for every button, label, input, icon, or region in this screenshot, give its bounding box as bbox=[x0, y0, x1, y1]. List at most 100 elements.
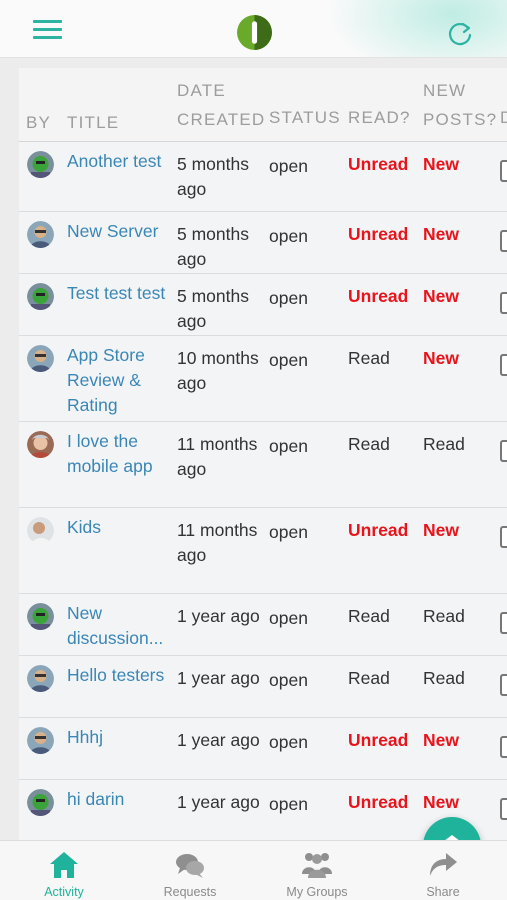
table-row[interactable]: I love the mobile app 11 months ago open Re… bbox=[19, 422, 507, 508]
chat-bubbles-icon bbox=[176, 854, 204, 878]
row-read-status: Unread bbox=[348, 224, 409, 244]
avatar bbox=[27, 151, 54, 178]
row-new-posts: New bbox=[423, 520, 459, 540]
row-new-posts: Read bbox=[423, 606, 465, 626]
header-glow bbox=[327, 0, 507, 57]
col-header-read[interactable]: READ? bbox=[348, 103, 411, 132]
col-header-by[interactable]: BY bbox=[26, 108, 51, 137]
row-date-created: 1 year ago bbox=[177, 606, 260, 626]
avatar bbox=[27, 283, 54, 310]
col-header-title[interactable]: TITLE bbox=[67, 108, 119, 137]
discussions-table: BY TITLE DATE CREATED STATUS READ? NEW P… bbox=[19, 68, 507, 840]
row-checkbox[interactable] bbox=[500, 798, 507, 820]
row-read-status: Read bbox=[348, 606, 390, 626]
row-checkbox[interactable] bbox=[500, 612, 507, 634]
app-logo-icon bbox=[237, 15, 272, 50]
row-date-created: 5 months ago bbox=[177, 154, 249, 199]
row-read-status: Read bbox=[348, 668, 390, 688]
hamburger-menu-icon[interactable] bbox=[33, 20, 62, 40]
row-read-status: Unread bbox=[348, 286, 409, 306]
row-date-created: 5 months ago bbox=[177, 224, 249, 269]
row-checkbox[interactable] bbox=[500, 674, 507, 696]
row-date-created: 11 months ago bbox=[177, 520, 258, 565]
row-date-created: 5 months ago bbox=[177, 286, 249, 331]
row-read-status: Unread bbox=[348, 520, 409, 540]
row-new-posts: Read bbox=[423, 668, 465, 688]
row-checkbox[interactable] bbox=[500, 440, 507, 462]
row-checkbox[interactable] bbox=[500, 736, 507, 758]
refresh-icon[interactable] bbox=[446, 20, 474, 48]
table-row[interactable]: Test test test 5 months ago open Unread New bbox=[19, 274, 507, 336]
nav-requests[interactable]: Requests bbox=[127, 841, 253, 900]
row-title-link[interactable]: New discussion... bbox=[67, 601, 169, 651]
row-new-posts: Read bbox=[423, 434, 465, 454]
row-checkbox[interactable] bbox=[500, 292, 507, 314]
col-header-new-posts[interactable]: NEW POSTS? bbox=[423, 76, 503, 134]
table-row[interactable]: New Server 5 months ago open Unread New bbox=[19, 212, 507, 274]
group-icon bbox=[302, 853, 332, 878]
row-date-created: 1 year ago bbox=[177, 730, 260, 750]
row-title-link[interactable]: Test test test bbox=[67, 281, 169, 306]
table-row[interactable]: Another test 5 months ago open Unread New bbox=[19, 142, 507, 212]
share-arrow-icon bbox=[430, 853, 457, 876]
table-row[interactable]: Hello testers 1 year ago open Read Read bbox=[19, 656, 507, 718]
row-date-created: 11 months ago bbox=[177, 434, 258, 479]
row-new-posts: New bbox=[423, 286, 459, 306]
nav-activity[interactable]: Activity bbox=[1, 841, 127, 900]
table-row[interactable]: App Store Review & Rating 10 months ago op… bbox=[19, 336, 507, 422]
discussion-list-area[interactable]: BY TITLE DATE CREATED STATUS READ? NEW P… bbox=[0, 58, 507, 840]
table-row[interactable]: Hhhj 1 year ago open Unread New bbox=[19, 718, 507, 780]
row-status: open bbox=[269, 350, 308, 370]
nav-label-my-groups: My Groups bbox=[286, 885, 348, 899]
row-read-status: Unread bbox=[348, 730, 409, 750]
row-title-link[interactable]: hi darin bbox=[67, 787, 169, 812]
row-status: open bbox=[269, 732, 308, 752]
nav-my-groups[interactable]: My Groups bbox=[254, 841, 380, 900]
row-status: open bbox=[269, 288, 308, 308]
row-new-posts: New bbox=[423, 730, 459, 750]
row-status: open bbox=[269, 156, 308, 176]
row-checkbox[interactable] bbox=[500, 526, 507, 548]
table-row[interactable]: Kids 11 months ago open Unread New bbox=[19, 508, 507, 594]
bottom-navigation: Activity Requests My Groups Share bbox=[0, 840, 507, 900]
compose-fab-button[interactable] bbox=[423, 817, 481, 840]
col-header-extra: D bbox=[500, 103, 507, 132]
row-title-link[interactable]: Another test bbox=[67, 149, 169, 174]
row-read-status: Unread bbox=[348, 792, 409, 812]
row-title-link[interactable]: New Server bbox=[67, 219, 169, 244]
nav-label-activity: Activity bbox=[44, 885, 84, 899]
table-row[interactable]: New discussion... 1 year ago open Read Read bbox=[19, 594, 507, 656]
avatar bbox=[27, 517, 54, 544]
avatar bbox=[27, 221, 54, 248]
row-title-link[interactable]: App Store Review & Rating bbox=[67, 343, 169, 418]
row-status: open bbox=[269, 608, 308, 628]
nav-label-share: Share bbox=[426, 885, 460, 899]
row-read-status: Read bbox=[348, 348, 390, 368]
row-checkbox[interactable] bbox=[500, 160, 507, 182]
row-title-link[interactable]: I love the mobile app bbox=[67, 429, 169, 479]
row-new-posts: New bbox=[423, 792, 459, 812]
avatar bbox=[27, 789, 54, 816]
row-read-status: Unread bbox=[348, 154, 409, 174]
home-icon bbox=[50, 852, 78, 878]
row-read-status: Read bbox=[348, 434, 390, 454]
table-header: BY TITLE DATE CREATED STATUS READ? NEW P… bbox=[19, 68, 507, 142]
row-date-created: 1 year ago bbox=[177, 792, 260, 812]
row-title-link[interactable]: Kids bbox=[67, 515, 169, 540]
row-status: open bbox=[269, 794, 308, 814]
row-title-link[interactable]: Hhhj bbox=[67, 725, 169, 750]
row-status: open bbox=[269, 670, 308, 690]
col-header-status[interactable]: STATUS bbox=[269, 103, 341, 132]
top-bar bbox=[0, 0, 507, 58]
row-title-link[interactable]: Hello testers bbox=[67, 663, 169, 688]
row-checkbox[interactable] bbox=[500, 354, 507, 376]
nav-label-requests: Requests bbox=[163, 885, 217, 899]
row-checkbox[interactable] bbox=[500, 230, 507, 252]
avatar bbox=[27, 603, 54, 630]
nav-share[interactable]: Share bbox=[380, 841, 506, 900]
table-body: Another test 5 months ago open Unread New New… bbox=[19, 142, 507, 840]
row-status: open bbox=[269, 436, 308, 456]
row-status: open bbox=[269, 226, 308, 246]
row-new-posts: New bbox=[423, 224, 459, 244]
col-header-date-created[interactable]: DATE CREATED bbox=[177, 76, 267, 134]
